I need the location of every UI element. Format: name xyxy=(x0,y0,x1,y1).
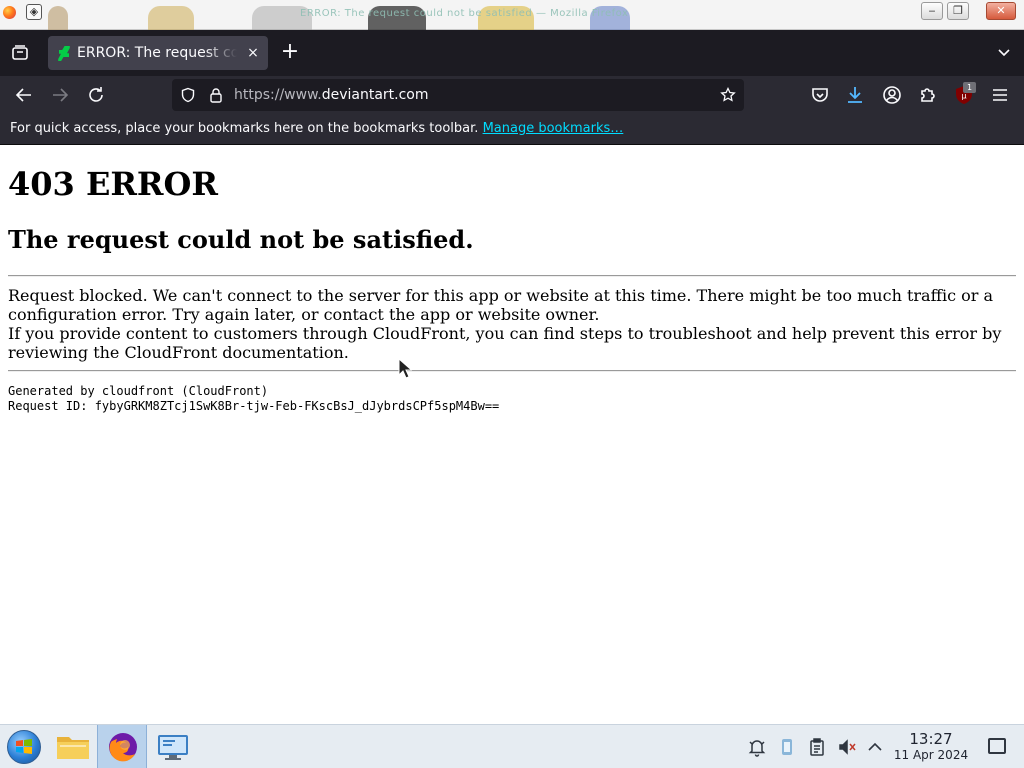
generated-by-text: Generated by cloudfront (CloudFront) xyxy=(8,384,269,398)
show-desktop-button[interactable] xyxy=(988,738,1006,754)
url-prefix: https://www. xyxy=(234,87,322,103)
bookmarks-hint-text: For quick access, place your bookmarks h… xyxy=(10,121,483,136)
window-title: ERROR: The request could not be satisfie… xyxy=(300,8,629,19)
error-paragraph-2: If you provide content to customers thro… xyxy=(8,324,1002,362)
close-window-button[interactable]: ✕ xyxy=(986,2,1016,20)
reload-icon[interactable] xyxy=(84,83,108,107)
keep-above-icon[interactable]: ◈ xyxy=(26,4,42,20)
error-subheading: The request could not be satisfied. xyxy=(8,225,474,254)
mouse-cursor-icon xyxy=(398,358,412,379)
error-details: Generated by cloudfront (CloudFront) Requ… xyxy=(8,384,499,414)
minimize-button[interactable]: ‒ xyxy=(921,2,943,20)
tracking-protection-shield-icon[interactable] xyxy=(180,87,196,103)
taskbar-clock[interactable]: 13:27 11 Apr 2024 xyxy=(888,730,974,762)
navigation-toolbar: https://www.deviantart.com μ xyxy=(0,76,1024,114)
tab-strip: ERROR: The request could not be satisfie… xyxy=(0,30,1024,76)
firefox-taskbar-button[interactable] xyxy=(97,725,147,768)
bookmarks-toolbar: For quick access, place your bookmarks h… xyxy=(0,114,1024,145)
page-content: 403 ERROR The request could not be satis… xyxy=(0,146,1024,724)
account-icon[interactable] xyxy=(880,83,904,107)
extension-count-badge: 1 xyxy=(963,82,976,93)
volume-muted-icon[interactable] xyxy=(837,737,857,757)
wallpaper-strip xyxy=(48,6,68,30)
error-heading: 403 ERROR xyxy=(8,165,218,203)
app-menu-hamburger-icon[interactable] xyxy=(988,83,1012,107)
chevron-up-icon[interactable] xyxy=(865,737,885,757)
notifications-bell-icon[interactable] xyxy=(747,737,767,757)
pocket-icon[interactable] xyxy=(808,83,832,107)
file-manager-button[interactable] xyxy=(50,725,96,768)
restore-button[interactable]: ❐ xyxy=(947,2,969,20)
download-icon[interactable] xyxy=(843,83,867,107)
windows-flag-icon xyxy=(16,739,32,754)
new-tab-button[interactable]: + xyxy=(278,41,302,65)
forward-arrow-icon[interactable] xyxy=(48,83,72,107)
deviantart-favicon-icon xyxy=(56,45,72,61)
tab-title: ERROR: The request could not be satisfie… xyxy=(77,45,237,61)
taskbar: 13:27 11 Apr 2024 xyxy=(0,724,1024,768)
error-description: Request blocked. We can't connect to the… xyxy=(8,286,1016,362)
clipboard-applet-icon[interactable] xyxy=(777,737,797,757)
firefox-view-icon[interactable] xyxy=(10,43,30,63)
url-host: deviantart.com xyxy=(321,87,429,103)
clipboard-icon[interactable] xyxy=(807,737,827,757)
remote-desktop-button[interactable] xyxy=(150,725,196,768)
tab-close-icon[interactable]: × xyxy=(244,44,262,62)
wallpaper-strip xyxy=(148,6,194,30)
divider xyxy=(8,275,1016,277)
window-titlebar: ◈ ERROR: The request could not be satisf… xyxy=(0,0,1024,30)
bookmarks-hint: For quick access, place your bookmarks h… xyxy=(10,121,623,137)
error-paragraph-1: Request blocked. We can't connect to the… xyxy=(8,286,994,324)
clock-time: 13:27 xyxy=(909,730,953,748)
chevron-down-icon[interactable] xyxy=(996,44,1012,60)
divider xyxy=(8,370,1016,372)
start-button[interactable] xyxy=(2,725,48,768)
folder-icon xyxy=(57,737,89,759)
firefox-icon xyxy=(3,6,16,19)
firefox-icon xyxy=(109,733,137,762)
request-id-text: Request ID: fybyGRKM8ZTcj1SwK8Br-tjw-Feb… xyxy=(8,399,500,413)
bookmark-star-icon[interactable] xyxy=(720,86,736,103)
remote-desktop-icon xyxy=(158,735,188,760)
tab-active[interactable]: ERROR: The request could not be satisfie… xyxy=(48,36,268,70)
lock-icon[interactable] xyxy=(208,87,224,103)
clock-date: 11 Apr 2024 xyxy=(893,748,969,762)
url-text[interactable]: https://www.deviantart.com xyxy=(234,86,429,104)
back-arrow-icon[interactable] xyxy=(12,83,36,107)
url-bar[interactable]: https://www.deviantart.com xyxy=(172,79,744,111)
extensions-puzzle-icon[interactable] xyxy=(916,83,940,107)
manage-bookmarks-link[interactable]: Manage bookmarks… xyxy=(483,121,624,136)
